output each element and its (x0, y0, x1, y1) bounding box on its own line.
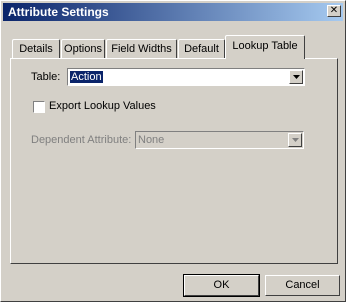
dependent-attribute-arrow[interactable] (288, 133, 302, 147)
export-lookup-checkbox[interactable] (33, 101, 45, 113)
tab-label: Options (64, 43, 102, 55)
dependent-attribute-value: None (138, 134, 165, 146)
chevron-down-icon (292, 138, 299, 142)
close-button[interactable]: ✕ (327, 5, 341, 17)
export-lookup-label[interactable]: Export Lookup Values (49, 100, 156, 112)
tab-lookup-table[interactable]: Lookup Table (225, 35, 305, 59)
ok-button-label: OK (213, 279, 230, 291)
close-icon: ✕ (329, 5, 339, 16)
dependent-attribute-select[interactable]: None (135, 131, 304, 149)
tab-options[interactable]: Options (61, 39, 105, 58)
attribute-settings-dialog: Attribute Settings ✕ Details Options Fie… (0, 0, 346, 302)
chevron-down-icon (293, 75, 300, 79)
dependent-attribute-label: Dependent Attribute: (31, 134, 132, 146)
tab-label: Default (184, 43, 219, 55)
cancel-button-label: Cancel (285, 279, 320, 291)
tab-label: Details (19, 43, 53, 55)
table-select[interactable]: Action (67, 68, 305, 86)
table-label: Table: (31, 71, 61, 83)
tab-details[interactable]: Details (12, 39, 60, 58)
lookup-table-panel: Table: Action Export Lookup Values Depen… (10, 58, 338, 264)
tab-default[interactable]: Default (178, 39, 225, 58)
tab-field-widths[interactable]: Field Widths (106, 39, 177, 58)
title-bar[interactable]: Attribute Settings ✕ (3, 3, 343, 21)
tab-label: Lookup Table (232, 40, 298, 52)
ok-button[interactable]: OK (183, 274, 260, 297)
cancel-button[interactable]: Cancel (265, 275, 340, 296)
window-title: Attribute Settings (8, 5, 109, 19)
table-select-value: Action (70, 71, 103, 83)
table-select-arrow[interactable] (289, 70, 303, 84)
tab-label: Field Widths (111, 43, 172, 55)
